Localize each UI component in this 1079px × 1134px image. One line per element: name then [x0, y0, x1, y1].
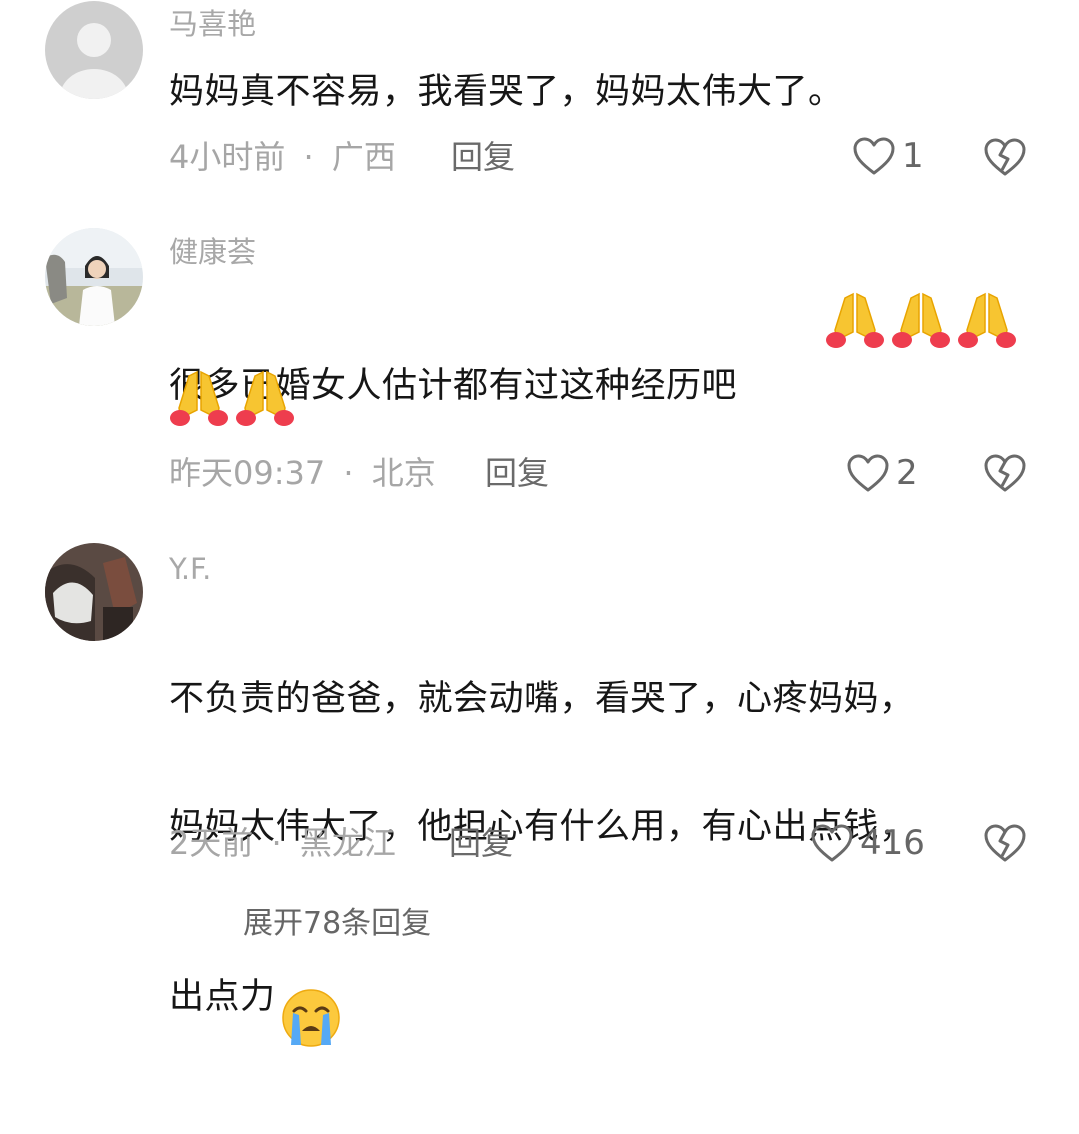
- heart-outline-icon: [853, 137, 895, 175]
- avatar[interactable]: [45, 228, 143, 326]
- comment-meta: 昨天09:37 · 北京 回复: [169, 453, 549, 493]
- dislike-button[interactable]: [983, 137, 1027, 177]
- comment-time: 2天前: [169, 824, 254, 862]
- comment-meta: 4小时前 · 广西 回复: [169, 137, 515, 177]
- comment-location: 北京: [371, 454, 436, 492]
- reply-button[interactable]: 回复: [485, 453, 549, 493]
- broken-heart-icon: [984, 138, 1026, 176]
- comment-location: 黑龙江: [299, 824, 396, 862]
- like-button[interactable]: 1: [852, 136, 924, 176]
- broken-heart-icon: [984, 824, 1026, 862]
- dislike-button[interactable]: [983, 823, 1027, 863]
- username[interactable]: Y.F.: [169, 551, 211, 587]
- comment-text-line: 出点力: [169, 976, 276, 1017]
- comment-text: 不负责的爸爸，就会动嘴，看哭了，心疼妈妈， 妈妈太伟大了，他担心有什么用，有心出…: [169, 603, 1049, 1134]
- emoji-row: [169, 368, 295, 432]
- comment-text: 妈妈真不容易，我看哭了，妈妈太伟大了。: [169, 72, 844, 112]
- meta-separator: ·: [343, 454, 354, 492]
- username[interactable]: 健康荟: [169, 234, 256, 270]
- folded-hands-emoji: [891, 290, 951, 354]
- folded-hands-emoji: [957, 290, 1017, 354]
- reply-button[interactable]: 回复: [449, 823, 513, 863]
- folded-hands-emoji: [169, 368, 229, 432]
- reply-button[interactable]: 回复: [451, 137, 515, 177]
- expand-replies-button[interactable]: 展开78条回复: [243, 898, 431, 942]
- meta-separator: ·: [303, 138, 314, 176]
- comment-time: 昨天09:37: [169, 454, 326, 492]
- comment-text-line-3: 出点力: [169, 923, 1049, 1070]
- broken-heart-icon: [984, 454, 1026, 492]
- avatar[interactable]: [45, 543, 143, 641]
- like-count: 1: [902, 136, 924, 176]
- like-count: 2: [896, 453, 918, 493]
- crying-face-emoji: [280, 923, 342, 1070]
- folded-hands-emoji: [825, 290, 885, 354]
- emoji-row: [825, 290, 1017, 354]
- avatar[interactable]: [45, 1, 143, 99]
- dislike-button[interactable]: [983, 453, 1027, 493]
- heart-outline-icon: [847, 454, 889, 492]
- comment-location: 广西: [331, 138, 396, 176]
- username[interactable]: 马喜艳: [169, 6, 256, 42]
- comment-time: 4小时前: [169, 138, 286, 176]
- like-button[interactable]: 416: [810, 823, 925, 863]
- comment-meta: 2天前 · 黑龙江 回复: [169, 823, 513, 863]
- meta-separator: ·: [271, 824, 282, 862]
- like-button[interactable]: 2: [846, 453, 918, 493]
- like-count: 416: [860, 823, 925, 863]
- comment-text-line: 不负责的爸爸，就会动嘴，看哭了，心疼妈妈，: [169, 679, 915, 719]
- folded-hands-emoji: [235, 368, 295, 432]
- heart-outline-icon: [811, 824, 853, 862]
